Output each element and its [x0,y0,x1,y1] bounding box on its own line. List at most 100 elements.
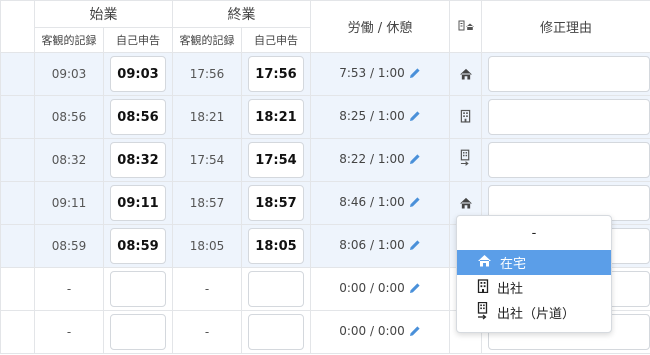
end-self-input[interactable]: 17:56 [248,56,304,92]
home-icon [477,254,492,271]
table-row: 08:56 08:56 18:21 18:21 8:25 / 1:00 [0,95,650,139]
start-objective-header: 客観的記録 [34,26,104,53]
end-self-cell [241,310,311,354]
start-objective-cell: 09:03 [34,52,104,96]
place-dropdown-menu: - 在宅 出社 出社（片道） [456,215,612,333]
place-cell[interactable] [449,95,482,139]
start-self-input[interactable]: 08:59 [110,228,166,264]
row-header-blank [0,0,35,53]
building-arrow-icon [460,149,471,171]
start-self-input[interactable]: 09:11 [110,185,166,221]
work-break-value: 8:06 / 1:00 [339,238,405,252]
place-cell[interactable] [449,52,482,96]
pencil-icon[interactable] [409,153,421,168]
start-self-cell [103,267,173,311]
end-self-input[interactable]: 18:05 [248,228,304,264]
pencil-icon[interactable] [409,282,421,297]
home-icon [459,65,473,84]
start-self-cell: 08:32 [103,138,173,182]
place-header [449,0,482,53]
dropdown-option-home[interactable]: 在宅 [457,250,611,275]
end-objective-cell: 17:54 [172,138,242,182]
start-self-header: 自己申告 [103,26,173,53]
table-row: 08:32 08:32 17:54 17:54 8:22 / 1:00 [0,138,650,182]
work-break-value: 7:53 / 1:00 [339,66,405,80]
start-objective-cell: - [34,310,104,354]
end-self-cell: 18:21 [241,95,311,139]
start-self-input[interactable]: 09:03 [110,56,166,92]
start-self-input[interactable]: 08:32 [110,142,166,178]
pencil-icon[interactable] [409,110,421,125]
start-self-input[interactable] [110,314,166,350]
row-blank-cell [0,52,35,96]
end-objective-header: 客観的記録 [172,26,242,53]
row-blank-cell [0,267,35,311]
row-blank-cell [0,224,35,268]
work-break-value: 8:22 / 1:00 [339,152,405,166]
row-blank-cell [0,95,35,139]
pencil-icon[interactable] [409,325,421,340]
end-objective-cell: 18:05 [172,224,242,268]
start-self-cell: 09:11 [103,181,173,225]
start-objective-cell: - [34,267,104,311]
work-break-value: 0:00 / 0:00 [339,324,405,338]
building-arrow-icon [477,301,489,324]
end-self-cell: 18:57 [241,181,311,225]
reason-input[interactable] [488,56,650,92]
start-objective-cell: 09:11 [34,181,104,225]
work-break-value: 8:46 / 1:00 [339,195,405,209]
end-objective-cell: 17:56 [172,52,242,96]
end-objective-cell: - [172,310,242,354]
row-blank-cell [0,181,35,225]
end-self-input[interactable]: 17:54 [248,142,304,178]
start-self-input[interactable] [110,271,166,307]
end-self-input[interactable]: 18:57 [248,185,304,221]
start-self-cell: 08:59 [103,224,173,268]
work-break-cell: 8:25 / 1:00 [310,95,450,139]
work-break-value: 8:25 / 1:00 [339,109,405,123]
end-self-input[interactable] [248,314,304,350]
dropdown-option-office-oneway[interactable]: 出社（片道） [457,300,611,325]
pencil-icon[interactable] [409,67,421,82]
work-break-cell: 8:46 / 1:00 [310,181,450,225]
pencil-icon[interactable] [409,196,421,211]
start-objective-cell: 08:59 [34,224,104,268]
reason-header: 修正理由 [481,0,650,53]
building-icon [477,278,489,297]
reason-input[interactable] [488,99,650,135]
end-objective-cell: - [172,267,242,311]
reason-cell [481,95,650,139]
row-blank-cell [0,138,35,182]
end-self-header: 自己申告 [241,26,311,53]
work-break-cell: 0:00 / 0:00 [310,267,450,311]
end-self-input[interactable] [248,271,304,307]
reason-input[interactable] [488,142,650,178]
reason-cell [481,52,650,96]
work-break-cell: 8:22 / 1:00 [310,138,450,182]
end-header: 終業 [172,0,311,28]
start-self-cell [103,310,173,354]
work-break-cell: 8:06 / 1:00 [310,224,450,268]
end-objective-cell: 18:57 [172,181,242,225]
work-break-cell: 0:00 / 0:00 [310,310,450,354]
start-header: 始業 [34,0,173,28]
dropdown-option-office[interactable]: 出社 [457,275,611,300]
end-self-cell: 17:56 [241,52,311,96]
work-break-value: 0:00 / 0:00 [339,281,405,295]
building-icon [460,108,471,127]
dropdown-option-none[interactable]: - [457,216,611,250]
row-blank-cell [0,310,35,354]
end-self-cell [241,267,311,311]
start-self-cell: 08:56 [103,95,173,139]
place-cell[interactable] [449,138,482,182]
end-self-cell: 18:05 [241,224,311,268]
pencil-icon[interactable] [409,239,421,254]
start-self-input[interactable]: 08:56 [110,99,166,135]
start-self-cell: 09:03 [103,52,173,96]
work-break-cell: 7:53 / 1:00 [310,52,450,96]
home-icon [459,194,473,213]
end-self-input[interactable]: 18:21 [248,99,304,135]
end-objective-cell: 18:21 [172,95,242,139]
end-self-cell: 17:54 [241,138,311,182]
start-objective-cell: 08:56 [34,95,104,139]
